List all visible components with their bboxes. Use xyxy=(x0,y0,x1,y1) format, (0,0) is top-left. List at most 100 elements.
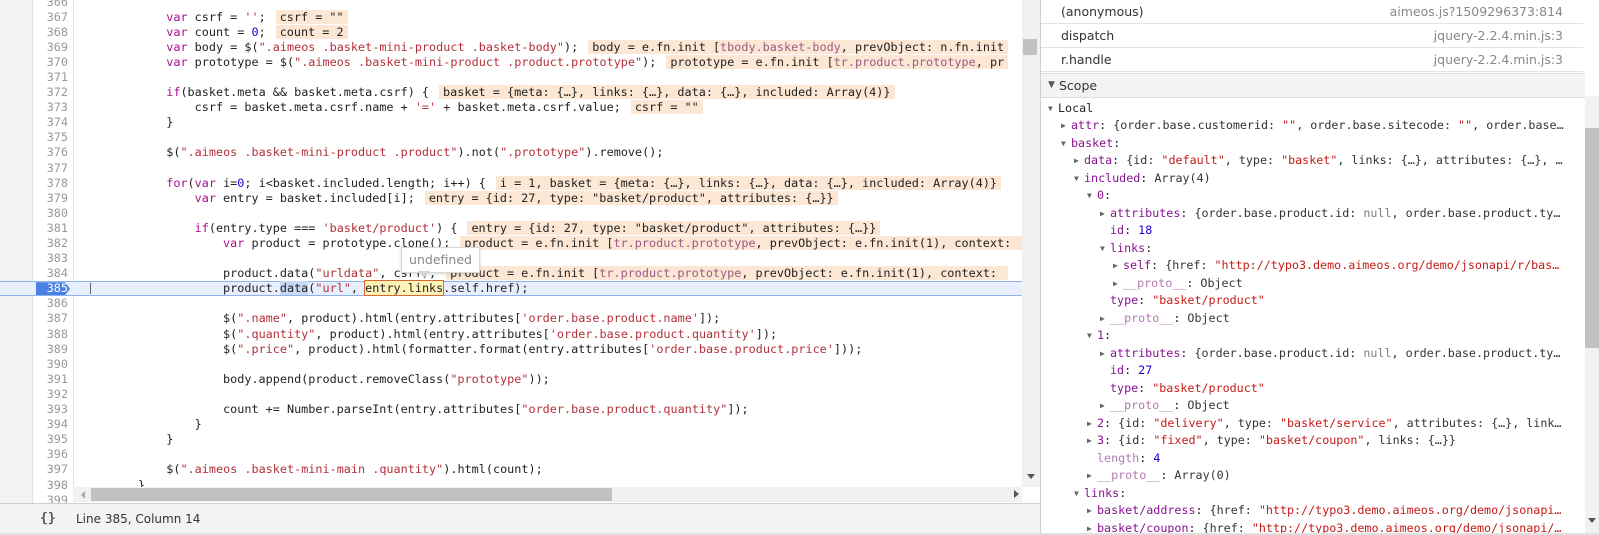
code-line: 375 xyxy=(0,130,1022,145)
collapsed-triangle-icon[interactable]: ▶ xyxy=(1087,467,1092,485)
line-number[interactable]: 396 xyxy=(32,447,68,462)
line-number[interactable]: 366 xyxy=(32,0,68,10)
line-number[interactable]: 370 xyxy=(32,55,68,70)
line-number[interactable]: 367 xyxy=(32,10,68,25)
editor-horizontal-scrollbar[interactable] xyxy=(73,487,1022,502)
source-editor[interactable]: 366 367 var csrf = ''; csrf = "" 368 var co… xyxy=(0,0,1040,503)
line-number[interactable]: 394 xyxy=(32,417,68,432)
scroll-left-arrow-icon[interactable] xyxy=(81,491,85,499)
line-code: var prototype = $(".aimeos .basket-mini-… xyxy=(81,54,1009,70)
line-number[interactable]: 393 xyxy=(32,402,68,417)
call-frame[interactable]: dispatch jquery-2.2.4.min.js:3 xyxy=(1041,24,1583,48)
call-frame[interactable]: (anonymous) aimeos.js?1509296373:814 xyxy=(1041,0,1583,24)
collapsed-triangle-icon[interactable]: ▶ xyxy=(1100,397,1105,415)
code-line: 366 xyxy=(0,0,1022,10)
line-number[interactable]: 376 xyxy=(32,145,68,160)
string-token: ".aimeos .basket-mini-product .product.p… xyxy=(294,54,643,69)
collapsed-triangle-icon[interactable]: ▶ xyxy=(1074,152,1079,170)
string-token: '=' xyxy=(414,100,437,115)
collapsed-triangle-icon[interactable]: ▶ xyxy=(1100,205,1105,223)
line-number[interactable]: 397 xyxy=(32,462,68,477)
frame-location[interactable]: jquery-2.2.4.min.js:3 xyxy=(1434,24,1563,47)
line-number[interactable]: 377 xyxy=(32,161,68,176)
code-token: count += Number.parseInt(entry.attribute… xyxy=(223,402,522,417)
code-token: , pr xyxy=(975,54,1005,69)
scroll-down-arrow-icon[interactable] xyxy=(1588,518,1596,523)
code-token: ); xyxy=(563,39,579,54)
line-number[interactable]: 382 xyxy=(32,236,68,251)
editor-vertical-scrollbar[interactable] xyxy=(1022,0,1040,487)
line-number[interactable]: 395 xyxy=(32,432,68,447)
code-token: ).remove(); xyxy=(585,145,664,160)
collapsed-triangle-icon[interactable]: ▶ xyxy=(1113,275,1118,293)
line-number[interactable]: 372 xyxy=(32,85,68,100)
collapsed-triangle-icon[interactable]: ▶ xyxy=(1113,257,1118,275)
expanded-triangle-icon[interactable]: ▼ xyxy=(1048,100,1053,118)
code-token: Object xyxy=(1200,275,1243,290)
line-number[interactable]: 390 xyxy=(32,357,68,372)
scroll-right-arrow-icon[interactable] xyxy=(1014,490,1019,498)
collapsed-triangle-icon[interactable]: ▶ xyxy=(1087,502,1092,520)
expand-triangle-icon[interactable]: ▼ xyxy=(1048,74,1055,97)
scope-scrollbar[interactable] xyxy=(1585,96,1599,533)
collapsed-triangle-icon[interactable]: ▶ xyxy=(1061,117,1066,135)
string-token: ".aimeos .basket-mini-product .product" xyxy=(180,145,458,160)
call-frame[interactable]: r.handle jquery-2.2.4.min.js:3 xyxy=(1041,48,1583,72)
line-number[interactable]: 373 xyxy=(32,100,68,115)
line-number[interactable]: 374 xyxy=(32,115,68,130)
code-token: csrf = xyxy=(187,9,245,24)
scroll-down-arrow-icon[interactable] xyxy=(1027,474,1035,479)
line-number[interactable]: 380 xyxy=(32,206,68,221)
line-number[interactable]: 381 xyxy=(32,221,68,236)
expanded-triangle-icon[interactable]: ▼ xyxy=(1087,327,1092,345)
pretty-print-icon[interactable]: {} xyxy=(40,511,56,526)
line-number[interactable]: 384 xyxy=(32,266,68,281)
scrollbar-thumb[interactable] xyxy=(91,488,612,501)
collapsed-triangle-icon[interactable]: ▶ xyxy=(1100,310,1105,328)
code-token: ]); xyxy=(727,402,749,417)
line-number[interactable]: 383 xyxy=(32,251,68,266)
scope-section-header[interactable]: ▼ Scope xyxy=(1041,73,1585,98)
line-number[interactable]: 375 xyxy=(32,130,68,145)
line-number[interactable]: 371 xyxy=(32,70,68,85)
keyword-token: var xyxy=(194,175,216,190)
property-value: 18 xyxy=(1138,223,1152,237)
code-token: ) { xyxy=(436,220,458,235)
property-key: self xyxy=(1123,258,1152,272)
element-token: tr.product.prototype xyxy=(599,266,742,281)
string-token: "order.base.product.quantity" xyxy=(521,402,728,417)
line-number[interactable]: 389 xyxy=(32,342,68,357)
line-number[interactable]: 378 xyxy=(32,176,68,191)
line-number[interactable]: 387 xyxy=(32,311,68,326)
code-token: , prevObject: e.fn.init(1), context: xyxy=(741,266,1005,281)
collapsed-triangle-icon[interactable]: ▶ xyxy=(1087,415,1092,433)
scrollbar-thumb[interactable] xyxy=(1585,128,1599,348)
expanded-triangle-icon[interactable]: ▼ xyxy=(1074,170,1079,188)
line-number[interactable]: 392 xyxy=(32,387,68,402)
line-number[interactable]: 369 xyxy=(32,40,68,55)
expanded-triangle-icon[interactable]: ▼ xyxy=(1087,187,1092,205)
expanded-triangle-icon[interactable]: ▼ xyxy=(1061,135,1066,153)
frame-location[interactable]: aimeos.js?1509296373:814 xyxy=(1390,0,1563,23)
line-number[interactable]: 391 xyxy=(32,372,68,387)
expanded-triangle-icon[interactable]: ▼ xyxy=(1100,240,1105,258)
number-token: 27 xyxy=(1138,363,1153,377)
line-number[interactable]: 379 xyxy=(32,191,68,206)
expanded-triangle-icon[interactable]: ▼ xyxy=(1074,485,1079,503)
line-number[interactable]: 386 xyxy=(32,296,68,311)
property-key: attributes xyxy=(1110,205,1181,220)
collapsed-triangle-icon[interactable]: ▶ xyxy=(1100,345,1105,363)
keyword-token: var xyxy=(166,24,188,39)
collapsed-triangle-icon[interactable]: ▶ xyxy=(1087,432,1092,450)
line-number[interactable]: 385 xyxy=(32,281,68,296)
code-token: i = 1, basket = {meta: {…}, links: {…}, … xyxy=(499,175,998,190)
frame-location[interactable]: jquery-2.2.4.min.js:3 xyxy=(1434,48,1563,71)
property-value: {id: "fixed", type: "basket/coupon", lin… xyxy=(1118,433,1456,447)
line-number[interactable]: 398 xyxy=(32,478,68,493)
hovered-expression[interactable]: entry.links xyxy=(364,280,445,297)
line-number[interactable]: 399 xyxy=(32,493,68,503)
line-number[interactable]: 388 xyxy=(32,327,68,342)
line-number[interactable]: 368 xyxy=(32,25,68,40)
inline-value-annotation: csrf = "" xyxy=(275,9,348,24)
scrollbar-thumb[interactable] xyxy=(1023,39,1037,55)
